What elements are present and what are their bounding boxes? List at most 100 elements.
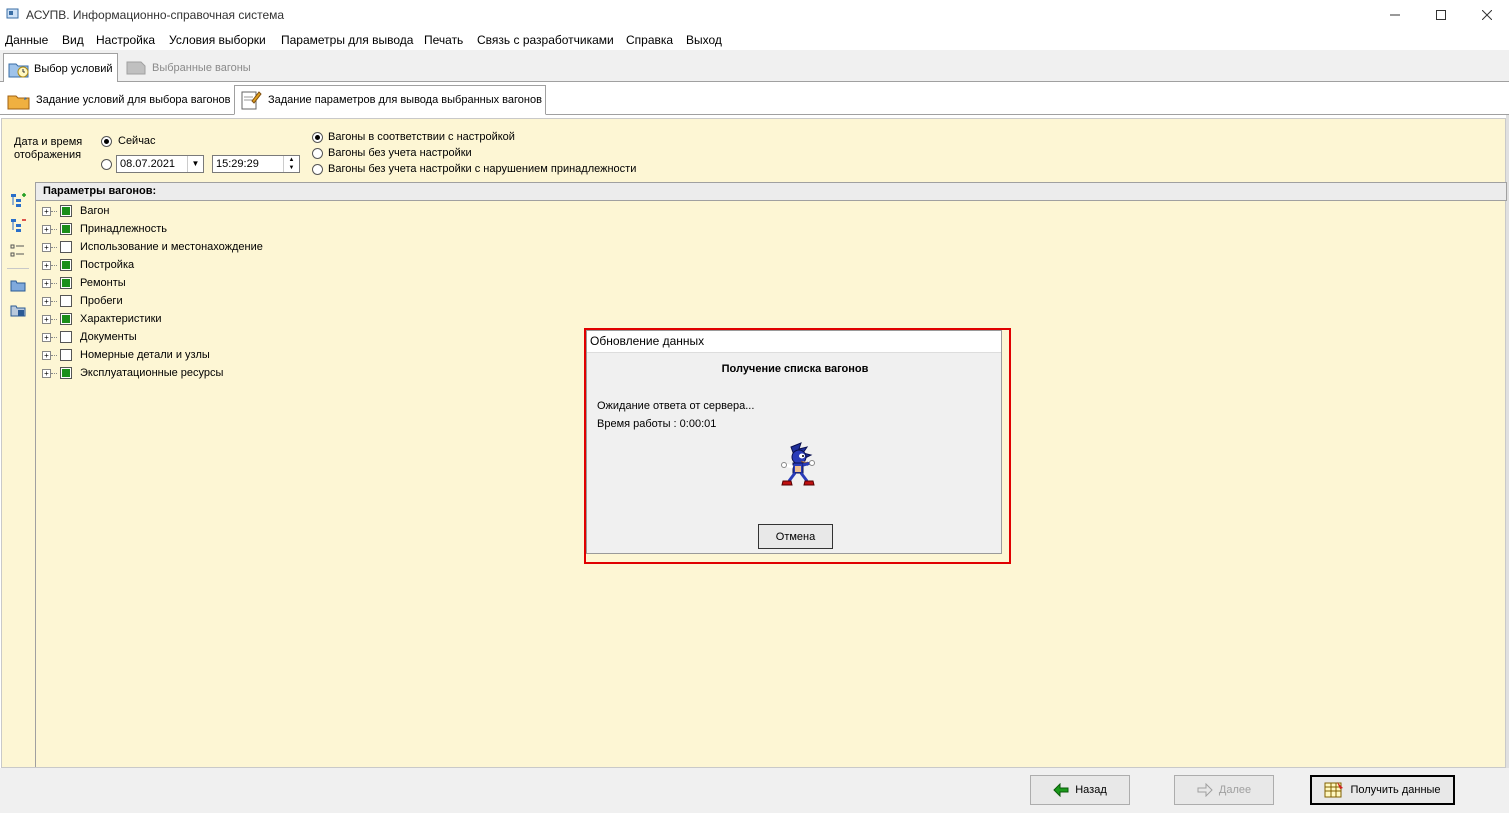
close-icon: [1482, 10, 1492, 20]
sub-tabs: Задание условий для выбора вагонов Задан…: [0, 82, 1509, 115]
main-tabs: Выбор условий Выбранные вагоны: [0, 50, 1509, 83]
tree-item-characteristics[interactable]: + Характеристики: [42, 310, 162, 328]
wagon-icon: [126, 61, 146, 74]
checkbox[interactable]: [60, 259, 72, 271]
tab-select-conditions[interactable]: Выбор условий: [3, 53, 118, 83]
tree-item-mileage[interactable]: + Пробеги: [42, 292, 123, 310]
collapse-tree-icon: [11, 219, 26, 232]
bottom-bar: Назад Далее Получить данные: [0, 768, 1509, 813]
collapse-all-button[interactable]: [8, 216, 28, 236]
expand-icon[interactable]: +: [42, 278, 51, 288]
tab-selected-wagons[interactable]: Выбранные вагоны: [120, 53, 260, 82]
save-settings-button[interactable]: [8, 300, 28, 320]
radio-mode-ownership-violation[interactable]: [312, 164, 323, 175]
title-bar: АСУПВ. Информационно-справочная система: [0, 0, 1509, 30]
document-edit-icon: [241, 91, 262, 110]
radio-now-label: Сейчас: [118, 135, 156, 147]
window-title: АСУПВ. Информационно-справочная система: [26, 8, 285, 22]
checkbox[interactable]: [60, 277, 72, 289]
checkbox[interactable]: [60, 295, 72, 307]
list-view-button[interactable]: [8, 241, 28, 261]
tree-item-usage-location[interactable]: + Использование и местонахождение: [42, 238, 263, 256]
expand-icon[interactable]: +: [42, 206, 51, 216]
dialog-heading: Получение списка вагонов: [721, 363, 869, 375]
menu-item-contact-devs[interactable]: Связь с разработчиками: [477, 33, 614, 47]
table-icon: [1324, 782, 1344, 798]
expand-all-button[interactable]: [8, 191, 28, 211]
tree-item-operational-resources[interactable]: + Эксплуатационные ресурсы: [42, 364, 223, 382]
radio-mode-no-settings[interactable]: [312, 148, 323, 159]
back-button[interactable]: Назад: [1030, 775, 1130, 805]
checkbox[interactable]: [60, 331, 72, 343]
get-data-button[interactable]: Получить данные: [1310, 775, 1455, 805]
expand-icon[interactable]: +: [42, 296, 51, 306]
close-button[interactable]: [1464, 0, 1509, 30]
dialog-elapsed-time: Время работы : 0:00:01: [597, 418, 717, 430]
checkbox[interactable]: [60, 205, 72, 217]
expand-icon[interactable]: +: [42, 314, 51, 324]
radio-custom-date[interactable]: [101, 159, 112, 170]
tree-header: Параметры вагонов:: [36, 182, 1507, 201]
expand-icon[interactable]: +: [42, 350, 51, 360]
folder-edit-icon: [7, 91, 30, 110]
menu-item-settings[interactable]: Настройка: [96, 33, 155, 47]
menu-bar: Данные Вид Настройка Условия выборки Пар…: [0, 30, 1509, 50]
checkbox[interactable]: [60, 241, 72, 253]
arrow-left-icon: [1053, 783, 1069, 797]
tree-item-construction[interactable]: + Постройка: [42, 256, 134, 274]
tab-output-params[interactable]: Задание параметров для вывода выбранных …: [234, 85, 546, 115]
expand-tree-icon: [11, 193, 26, 207]
menu-item-print[interactable]: Печать: [424, 33, 463, 47]
radio-mode-no-settings-label: Вагоны без учета настройки: [328, 147, 472, 159]
update-data-dialog: Обновление данных Получение списка вагон…: [586, 330, 1002, 554]
expand-icon[interactable]: +: [42, 368, 51, 378]
tree-item-numbered-parts[interactable]: + Номерные детали и узлы: [42, 346, 210, 364]
datetime-label: Дата и время отображения: [14, 136, 83, 161]
checkbox[interactable]: [60, 223, 72, 235]
menu-item-view[interactable]: Вид: [62, 33, 84, 47]
cancel-button[interactable]: Отмена: [758, 524, 833, 549]
expand-icon[interactable]: +: [42, 260, 51, 270]
checkbox[interactable]: [60, 367, 72, 379]
list-icon: [10, 244, 24, 257]
expand-icon[interactable]: +: [42, 332, 51, 342]
maximize-button[interactable]: [1418, 0, 1464, 30]
expand-icon[interactable]: +: [42, 224, 51, 234]
chevron-down-icon[interactable]: ▼: [187, 156, 203, 172]
folder-save-icon: [10, 305, 26, 317]
menu-item-selection-conditions[interactable]: Условия выборки: [169, 33, 266, 47]
tree-toolbar: [5, 183, 31, 383]
tab-selection-conditions[interactable]: Задание условий для выбора вагонов: [3, 85, 233, 115]
radio-mode-ownership-violation-label: Вагоны без учета настройки с нарушением …: [328, 163, 637, 175]
dialog-status: Ожидание ответа от сервера...: [597, 400, 755, 412]
menu-item-data[interactable]: Данные: [5, 33, 48, 47]
checkbox[interactable]: [60, 313, 72, 325]
menu-item-help[interactable]: Справка: [626, 33, 673, 47]
spin-down-icon[interactable]: ▼: [284, 164, 299, 172]
time-stepper[interactable]: 15:29:29 ▲ ▼: [212, 155, 300, 173]
arrow-right-icon: [1197, 783, 1213, 797]
app-icon: [6, 8, 19, 19]
radio-now[interactable]: [101, 136, 112, 147]
load-settings-button[interactable]: [8, 275, 28, 295]
tree-item-ownership[interactable]: + Принадлежность: [42, 220, 167, 238]
maximize-icon: [1436, 10, 1446, 20]
menu-item-exit[interactable]: Выход: [686, 33, 722, 47]
tree-item-repairs[interactable]: + Ремонты: [42, 274, 126, 292]
date-picker[interactable]: 08.07.2021 ▼: [116, 155, 204, 173]
tree-item-documents[interactable]: + Документы: [42, 328, 137, 346]
radio-mode-by-settings[interactable]: [312, 132, 323, 143]
folder-open-icon: [10, 280, 26, 292]
checkbox[interactable]: [60, 349, 72, 361]
next-button[interactable]: Далее: [1174, 775, 1274, 805]
folder-clock-icon: [8, 63, 29, 77]
running-character-icon: [781, 442, 815, 486]
tree-item-wagon[interactable]: + Вагон: [42, 202, 109, 220]
dialog-title: Обновление данных: [587, 331, 1001, 353]
minimize-button[interactable]: [1372, 0, 1418, 30]
menu-item-output-params[interactable]: Параметры для вывода: [281, 33, 413, 47]
expand-icon[interactable]: +: [42, 242, 51, 252]
spin-up-icon[interactable]: ▲: [284, 156, 299, 164]
minimize-icon: [1390, 14, 1400, 16]
radio-mode-by-settings-label: Вагоны в соответствии с настройкой: [328, 131, 515, 143]
